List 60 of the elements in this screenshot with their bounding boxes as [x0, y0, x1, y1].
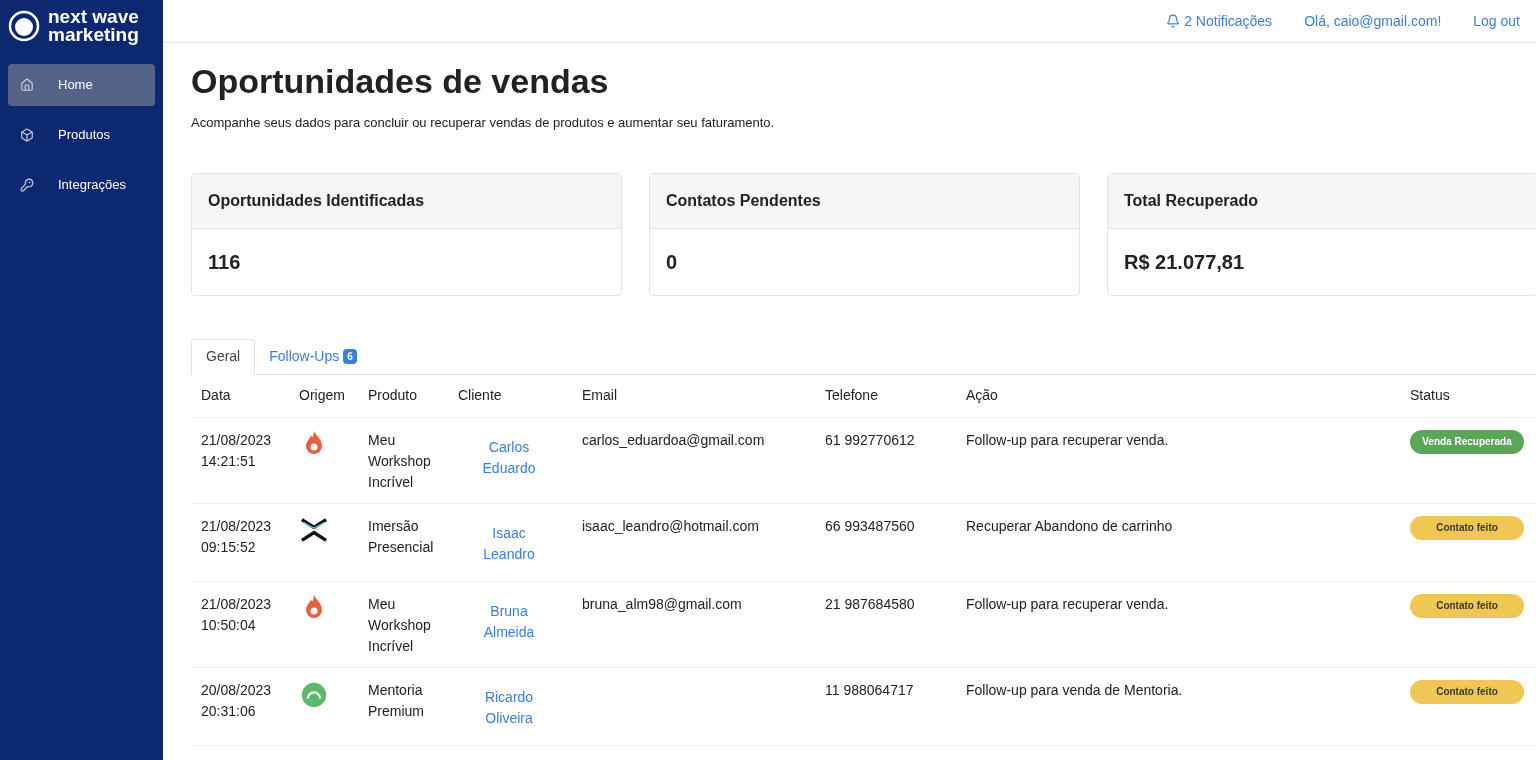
- date-cell-text: 20/08/2023 20:31:06: [201, 680, 273, 721]
- phone-cell: 21 987684580: [825, 595, 915, 612]
- column-header: Email: [582, 386, 618, 405]
- stat-value: 0: [665, 249, 679, 275]
- stat-value: 116: [207, 249, 242, 275]
- product-cell-text: Meu Workshop Incrível: [368, 430, 432, 492]
- column-header: Status: [1410, 386, 1451, 405]
- column-header: Telefone: [825, 386, 879, 405]
- product-cell-text: Mentoria Premium: [368, 680, 425, 721]
- action-cell: Recuperar Abandono de carrinho: [966, 517, 1173, 534]
- stat-value: R$ 21.077,81: [1123, 249, 1246, 275]
- column-header: Cliente: [458, 386, 503, 405]
- home-icon: [20, 78, 34, 92]
- status-badge: Contato feito: [1410, 679, 1524, 704]
- date-cell-text: 21/08/2023 10:50:04: [201, 594, 273, 635]
- stat-label: Oportunidades Identificadas: [192, 173, 621, 229]
- tab[interactable]: Follow-Ups 6: [255, 338, 371, 375]
- client-link[interactable]: Bruna Almeida: [458, 600, 560, 643]
- column-header: Ação: [966, 386, 999, 405]
- count-badge: 6: [343, 349, 357, 364]
- column-header: Origem: [299, 386, 346, 405]
- key-icon: [20, 178, 34, 192]
- flame-icon: [304, 429, 324, 456]
- column-header: Produto: [368, 386, 419, 405]
- client-link[interactable]: Ricardo Oliveira: [458, 686, 560, 729]
- logout-link[interactable]: Log out: [1473, 10, 1520, 32]
- client-link[interactable]: Isaac Leandro: [458, 522, 560, 565]
- status-badge: Contato feito: [1410, 515, 1524, 540]
- date-cell-text: 21/08/2023 14:21:51: [201, 430, 273, 471]
- flame-icon: [304, 593, 324, 620]
- column-header: Data: [201, 386, 232, 405]
- client-link[interactable]: Carlos Eduardo: [458, 436, 560, 479]
- box-icon: [20, 128, 34, 142]
- email-cell: isaac_leandro@hotmail.com: [582, 517, 759, 534]
- logo-icon: [8, 10, 40, 42]
- product-cell-text: Meu Workshop Incrível: [368, 594, 432, 656]
- stat-label: Contatos Pendentes: [650, 173, 1079, 229]
- status-badge: Venda Recuperada: [1410, 429, 1524, 454]
- email-cell: bruna_alm98@gmail.com: [582, 595, 742, 612]
- greeting-link[interactable]: Olá, caio@gmail.com!: [1304, 10, 1442, 32]
- email-cell: carlos_eduardoa@gmail.com: [582, 431, 765, 448]
- phone-cell: 66 993487560: [825, 517, 915, 534]
- product-cell-text: Imersão Presencial: [368, 516, 435, 557]
- sidebar-item[interactable]: Home: [8, 64, 155, 106]
- page-title: Oportunidades de vendas: [191, 61, 610, 101]
- status-badge: Contato feito: [1410, 593, 1524, 618]
- action-cell: Follow-up para recuperar venda.: [966, 595, 1169, 612]
- action-cell: Follow-up para recuperar venda.: [966, 431, 1169, 448]
- stat-label: Total Recuperado: [1108, 173, 1536, 229]
- phone-cell: 11 988064717: [825, 681, 914, 698]
- logo-text: next wave marketing: [48, 8, 139, 44]
- action-cell: Follow-up para venda de Mentoria.: [966, 681, 1183, 698]
- page-subtitle: Acompanhe seus dados para concluir ou recuperar vendas de produtos e aumentar seu faturamento.: [191, 114, 776, 132]
- tab[interactable]: Geral: [191, 338, 256, 375]
- date-cell-text: 21/08/2023 09:15:52: [201, 516, 273, 557]
- sidebar-item[interactable]: Produtos: [8, 114, 155, 156]
- phone-cell: 61 992770612: [825, 431, 915, 448]
- sidebar-item[interactable]: Integrações: [8, 164, 155, 206]
- notifications-link[interactable]: 2 Notificações: [1166, 10, 1273, 32]
- bell-icon: [1166, 14, 1181, 28]
